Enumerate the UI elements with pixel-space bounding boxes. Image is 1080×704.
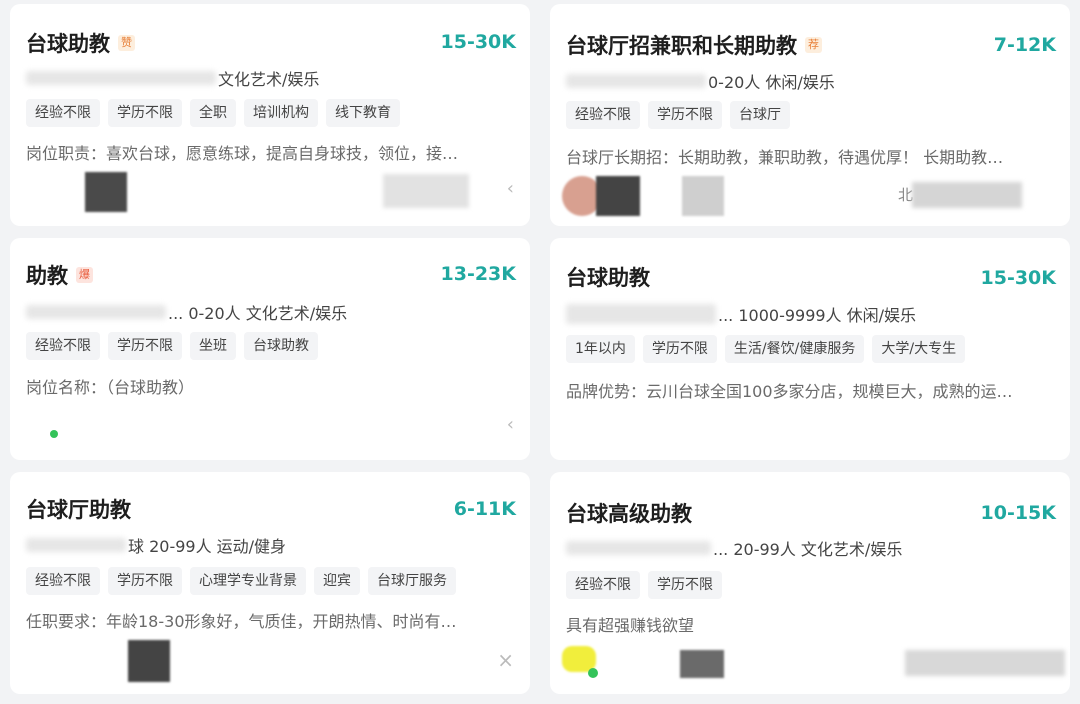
location-text: 北 [898, 186, 914, 204]
recruiter-footer: × [10, 638, 530, 682]
salary: 6-11K [453, 498, 516, 520]
job-card[interactable]: 台球助教 15-30K ... 1000-9999人 休闲/娱乐 1年以内 学历… [550, 238, 1070, 460]
tag: 经验不限 [566, 571, 640, 599]
recruiter-info [383, 174, 469, 208]
job-badge: 赞 [118, 35, 135, 51]
avatar [85, 172, 127, 212]
salary: 7-12K [993, 34, 1056, 56]
tag: 台球厅 [730, 101, 790, 129]
recruiter-info [905, 650, 1065, 676]
company-info: 0-20人 休闲/娱乐 [566, 69, 835, 93]
tag: 学历不限 [642, 335, 717, 363]
tag: 学历不限 [108, 99, 182, 127]
tag: 经验不限 [26, 567, 100, 595]
online-dot-icon [588, 668, 598, 678]
job-tags: 经验不限 学历不限 [566, 571, 722, 599]
job-description: 岗位职责：喜欢台球，愿意练球，提高自身球技，领位，接… [26, 144, 459, 163]
recruiter-footer: ‹ [10, 406, 530, 450]
tag: 台球厅服务 [368, 567, 456, 595]
job-description: 任职要求：年龄18-30形象好，气质佳，开朗热情、时尚有… [26, 612, 457, 631]
tag: 线下教育 [326, 99, 400, 127]
tag: 学历不限 [108, 567, 182, 595]
tag: 学历不限 [648, 571, 722, 599]
tag: 1年以内 [566, 335, 635, 363]
chevron-icon: ‹ [506, 414, 514, 435]
company-info: ... 20-99人 文化艺术/娱乐 [566, 536, 902, 560]
job-description: 岗位名称：（台球助教） [26, 378, 195, 397]
company-info: ... 0-20人 文化艺术/娱乐 [26, 300, 347, 324]
job-card[interactable]: 助教 爆 13-23K ... 0-20人 文化艺术/娱乐 经验不限 学历不限 … [10, 238, 530, 460]
job-card[interactable]: 台球高级助教 10-15K ... 20-99人 文化艺术/娱乐 经验不限 学历… [550, 472, 1070, 694]
job-description: 台球厅长期招：长期助教，兼职助教，待遇优厚！ 长期助教… [566, 148, 1004, 167]
tag: 生活/餐饮/健康服务 [724, 335, 865, 363]
avatar [128, 640, 170, 682]
tag: 学历不限 [648, 101, 722, 129]
job-badge: 爆 [76, 267, 93, 283]
job-title: 台球厅助教 [26, 498, 131, 522]
salary: 15-30K [440, 31, 517, 53]
close-icon[interactable]: × [497, 648, 514, 672]
tag: 培训机构 [244, 99, 318, 127]
tag: 经验不限 [566, 101, 640, 129]
job-tags: 经验不限 学历不限 全职 培训机构 线下教育 [26, 99, 400, 127]
tag: 全职 [190, 99, 236, 127]
tag: 学历不限 [108, 332, 182, 360]
tag: 迎宾 [314, 567, 360, 595]
job-title: 台球助教 赞 [26, 28, 135, 58]
job-card[interactable]: 台球厅助教 6-11K 球 20-99人 运动/健身 经验不限 学历不限 心理学… [10, 472, 530, 694]
company-info: ... 1000-9999人 休闲/娱乐 [566, 302, 916, 326]
job-card[interactable]: 台球厅招兼职和长期助教 荐 7-12K 0-20人 休闲/娱乐 经验不限 学历不… [550, 4, 1070, 226]
recruiter-footer [550, 642, 1070, 686]
job-description: 具有超强赚钱欲望 [566, 616, 695, 635]
company-info: 文化艺术/娱乐 [26, 66, 319, 90]
job-title: 台球厅招兼职和长期助教 荐 [566, 30, 822, 60]
job-card[interactable]: 台球助教 赞 15-30K 文化艺术/娱乐 经验不限 学历不限 全职 培训机构 … [10, 4, 530, 226]
job-tags: 经验不限 学历不限 心理学专业背景 迎宾 台球厅服务 [26, 567, 456, 595]
company-info: 球 20-99人 运动/健身 [26, 533, 286, 557]
job-title: 台球高级助教 [566, 502, 692, 526]
salary: 13-23K [440, 263, 517, 285]
tag: 经验不限 [26, 99, 100, 127]
recruiter-info [912, 182, 1022, 208]
salary: 15-30K [980, 267, 1057, 289]
job-title: 台球助教 [566, 266, 650, 290]
chevron-icon: ‹ [506, 178, 514, 199]
job-badge: 荐 [805, 37, 822, 53]
job-tags: 1年以内 学历不限 生活/餐饮/健康服务 大学/大专生 [566, 335, 966, 363]
tag: 心理学专业背景 [190, 567, 306, 595]
job-title: 助教 爆 [26, 260, 93, 290]
online-dot-icon [50, 430, 58, 438]
job-description: 品牌优势：云川台球全国100多家分店，规模巨大，成熟的运… [566, 382, 1013, 401]
tag: 大学/大专生 [872, 335, 966, 363]
recruiter-footer: 北 [550, 174, 1070, 218]
recruiter-footer: ‹ [10, 170, 530, 214]
salary: 10-15K [980, 502, 1057, 524]
tag: 坐班 [190, 332, 236, 360]
tag: 经验不限 [26, 332, 100, 360]
tag: 台球助教 [244, 332, 318, 360]
job-tags: 经验不限 学历不限 坐班 台球助教 [26, 332, 318, 360]
job-tags: 经验不限 学历不限 台球厅 [566, 101, 790, 129]
